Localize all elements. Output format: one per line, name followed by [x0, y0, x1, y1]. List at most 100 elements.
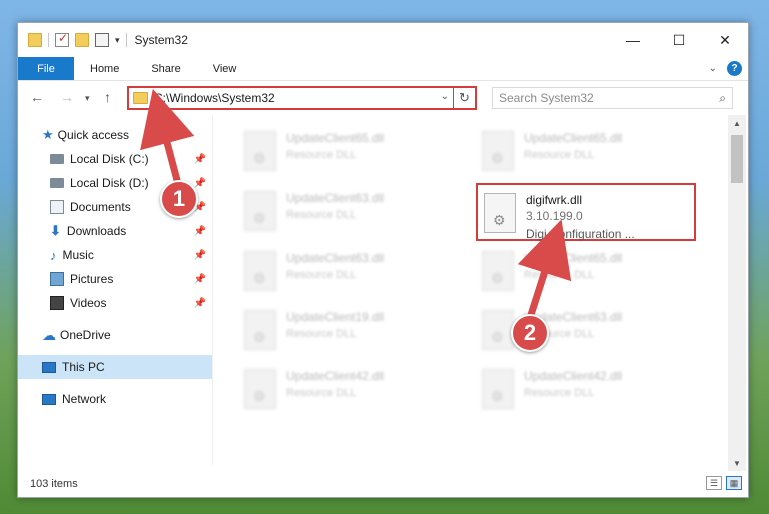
- tab-home[interactable]: Home: [74, 57, 135, 80]
- file-type: Resource DLL: [524, 149, 595, 161]
- close-button[interactable]: ✕: [702, 23, 748, 57]
- tab-share[interactable]: Share: [135, 57, 196, 80]
- file-type: Resource DLL: [286, 209, 357, 221]
- file-item[interactable]: UpdateClient42.dll Resource DLL: [476, 361, 696, 417]
- sidebar-item-quick-access[interactable]: ★ Quick access: [18, 123, 212, 147]
- up-arrow-icon[interactable]: ↑: [104, 89, 111, 105]
- file-item[interactable]: UpdateClient63.dll Resource DLL: [238, 243, 458, 299]
- drive-icon: [50, 154, 64, 164]
- vertical-scrollbar[interactable]: ▲ ▼: [728, 115, 746, 471]
- new-folder-icon[interactable]: [75, 33, 89, 47]
- scroll-thumb[interactable]: [731, 135, 743, 183]
- scroll-down-icon[interactable]: ▼: [728, 455, 746, 471]
- file-name: digifwrk.dll: [526, 193, 583, 207]
- file-item[interactable]: UpdateClient42.dll Resource DLL: [238, 361, 458, 417]
- divider: [125, 33, 127, 47]
- dll-file-icon: [484, 193, 516, 233]
- pin-icon[interactable]: 📌: [194, 250, 206, 261]
- explorer-window: ▾ System32 — ☐ ✕ File Home Share View ⌄ …: [17, 22, 749, 498]
- file-item[interactable]: UpdateClient63.dll Resource DLL: [238, 183, 458, 239]
- file-item[interactable]: UpdateClient65.dll Resource DLL: [238, 123, 458, 179]
- properties-check-icon[interactable]: [55, 31, 69, 47]
- ribbon-tabs: File Home Share View ⌄ ?: [18, 57, 748, 81]
- sidebar-item-videos[interactable]: Videos 📌: [18, 291, 212, 315]
- ribbon-right: ⌄ ?: [709, 61, 742, 76]
- file-name: UpdateClient65.dll: [286, 131, 385, 145]
- file-item[interactable]: UpdateClient65.dll Resource DLL: [476, 243, 696, 299]
- tab-view[interactable]: View: [197, 57, 253, 80]
- pin-icon[interactable]: 📌: [194, 274, 206, 285]
- pictures-icon: [50, 272, 64, 286]
- pin-icon[interactable]: 📌: [194, 178, 206, 189]
- address-bar[interactable]: C:\Windows\System32 ⌄ ↻: [127, 86, 477, 110]
- pin-icon[interactable]: 📌: [194, 298, 206, 309]
- view-switcher: ☰ ▦: [706, 476, 742, 490]
- file-version: 3.10.199.0: [526, 209, 583, 223]
- customize-dropdown-icon[interactable]: ▾: [115, 35, 120, 46]
- search-icon[interactable]: ⌕: [719, 91, 726, 106]
- navigation-pane: ★ Quick access Local Disk (C:) 📌 Local D…: [18, 115, 213, 465]
- back-arrow-icon[interactable]: ←: [30, 89, 44, 105]
- dll-file-icon: [482, 310, 514, 350]
- navigation-bar: ← → ▾ ↑ C:\Windows\System32 ⌄ ↻ Search S…: [18, 83, 748, 113]
- file-type: Resource DLL: [286, 387, 357, 399]
- refresh-icon[interactable]: ↻: [453, 88, 475, 108]
- search-placeholder: Search System32: [499, 91, 594, 105]
- step-1-callout: 1: [160, 180, 198, 218]
- expand-ribbon-icon[interactable]: ⌄: [709, 63, 717, 74]
- minimize-button[interactable]: —: [610, 23, 656, 57]
- window-title: System32: [134, 33, 188, 47]
- sidebar-item-this-pc[interactable]: This PC: [18, 355, 212, 379]
- help-icon[interactable]: ?: [727, 61, 742, 76]
- file-type: Resource DLL: [524, 269, 595, 281]
- dll-file-icon: [244, 369, 276, 409]
- sidebar-item-label: Documents: [70, 200, 131, 214]
- divider: [48, 33, 49, 47]
- address-dropdown-icon[interactable]: ⌄: [441, 91, 449, 102]
- pin-icon[interactable]: 📌: [194, 154, 206, 165]
- status-bar: 103 items ☰ ▦: [18, 471, 748, 497]
- scroll-up-icon[interactable]: ▲: [728, 115, 746, 131]
- folder-icon: [28, 33, 42, 47]
- recent-locations-icon[interactable]: ▾: [85, 93, 90, 104]
- details-view-icon[interactable]: ☰: [706, 476, 722, 490]
- sidebar-item-local-disk-c[interactable]: Local Disk (C:) 📌: [18, 147, 212, 171]
- sidebar-item-pictures[interactable]: Pictures 📌: [18, 267, 212, 291]
- sidebar-item-network[interactable]: Network: [18, 387, 212, 411]
- sidebar-item-label: Network: [62, 392, 107, 406]
- file-item[interactable]: UpdateClient63.dll Resource DLL: [476, 302, 696, 358]
- sidebar-item-label: Pictures: [70, 272, 114, 286]
- sidebar-item-label: Quick access: [57, 128, 130, 142]
- sidebar-item-label: Local Disk (D:): [70, 176, 149, 190]
- file-item[interactable]: UpdateClient65.dll Resource DLL: [476, 123, 696, 179]
- address-path[interactable]: C:\Windows\System32: [154, 91, 275, 105]
- dll-file-icon: [482, 131, 514, 171]
- sidebar-item-music[interactable]: ♪ Music 📌: [18, 243, 212, 267]
- sidebar-item-downloads[interactable]: ⬇ Downloads 📌: [18, 219, 212, 243]
- view-options-icon[interactable]: [95, 33, 109, 47]
- forward-arrow-icon[interactable]: →: [60, 89, 74, 105]
- tiles-view-icon[interactable]: ▦: [726, 476, 742, 490]
- sidebar-item-label: This PC: [62, 360, 105, 374]
- title-bar: ▾ System32 — ☐ ✕: [18, 23, 748, 57]
- drive-icon: [50, 178, 64, 188]
- maximize-button[interactable]: ☐: [656, 23, 702, 57]
- search-input[interactable]: Search System32 ⌕: [492, 87, 733, 109]
- sidebar-item-onedrive[interactable]: ☁ OneDrive: [18, 323, 212, 347]
- file-name: UpdateClient63.dll: [286, 251, 385, 265]
- music-icon: ♪: [50, 247, 57, 263]
- file-name: UpdateClient19.dll: [286, 310, 385, 324]
- file-name: UpdateClient42.dll: [286, 369, 385, 383]
- file-name: UpdateClient42.dll: [524, 369, 623, 383]
- file-item-digifwrk[interactable]: digifwrk.dll 3.10.199.0 Digi Configurati…: [476, 183, 696, 241]
- item-count: 103 items: [30, 478, 78, 490]
- dll-file-icon: [244, 191, 276, 231]
- documents-icon: [50, 200, 64, 214]
- dll-file-icon: [244, 310, 276, 350]
- file-item[interactable]: UpdateClient19.dll Resource DLL: [238, 302, 458, 358]
- downloads-icon: ⬇: [50, 223, 61, 238]
- pin-icon[interactable]: 📌: [194, 226, 206, 237]
- tab-file[interactable]: File: [18, 57, 74, 80]
- file-description: Digi Configuration ...: [526, 227, 635, 241]
- dll-file-icon: [244, 251, 276, 291]
